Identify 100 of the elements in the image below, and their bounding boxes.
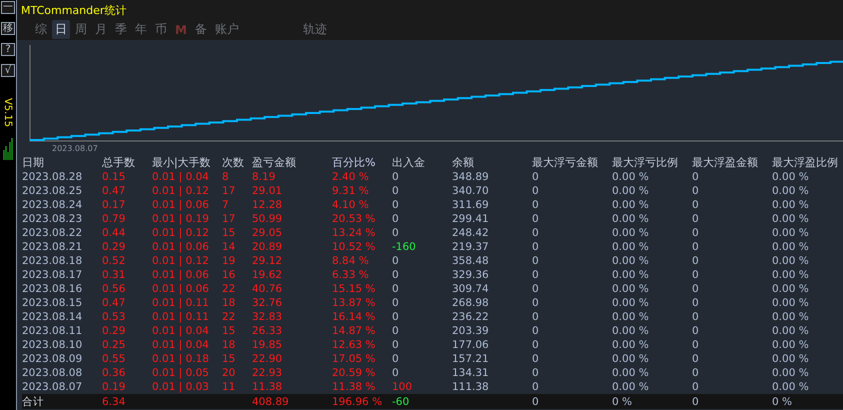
table-cell: 0: [692, 240, 699, 254]
tab[interactable]: M: [172, 22, 190, 38]
table-cell: 0.00 %: [612, 296, 649, 310]
tab[interactable]: 备: [192, 20, 210, 39]
table-cell: 0: [392, 184, 399, 198]
table-cell: 29.12: [252, 254, 282, 268]
table-cell: 0.31: [102, 268, 126, 282]
table-cell: 0: [532, 394, 539, 408]
table-cell: 2023.08.28: [22, 170, 82, 184]
table-cell: 0: [532, 338, 539, 352]
table-cell: 0: [392, 296, 399, 310]
column-header: 盈亏金额: [252, 156, 296, 170]
table-cell: -60: [392, 394, 410, 408]
side-button[interactable]: 一: [1, 1, 15, 14]
table-cell: 0.01 | 0.11: [152, 296, 209, 310]
table-cell: 17: [222, 212, 236, 226]
table-cell: 10.52 %: [332, 240, 376, 254]
tab[interactable]: 综: [32, 20, 50, 39]
table-cell: 20: [222, 366, 236, 380]
table-cell: 12.28: [252, 198, 282, 212]
tab[interactable]: 周: [72, 20, 90, 39]
table-cell: 0.29: [102, 324, 126, 338]
table-cell: 0.00 %: [772, 226, 809, 240]
table-cell: 2023.08.10: [22, 338, 82, 352]
table-cell: 0: [532, 184, 539, 198]
table-cell: 8: [222, 170, 229, 184]
table-cell: 0.00 %: [612, 310, 649, 324]
table-cell: 0: [532, 282, 539, 296]
table-cell: 0.00 %: [772, 352, 809, 366]
tab[interactable]: 季: [112, 20, 130, 39]
table-cell: 0: [532, 240, 539, 254]
table-cell: 29.01: [252, 184, 282, 198]
table-cell: 0.00 %: [612, 184, 649, 198]
table-cell: 134.31: [452, 366, 489, 380]
table-cell: 0.01 | 0.04: [152, 170, 209, 184]
table-cell: 2023.08.07: [22, 380, 82, 394]
tab[interactable]: 年: [132, 20, 150, 39]
table-cell: 0.01 | 0.06: [152, 268, 209, 282]
table-cell: 0.00 %: [772, 268, 809, 282]
table-cell: 0: [692, 352, 699, 366]
side-button[interactable]: √: [1, 64, 15, 77]
table-cell: 2023.08.09: [22, 352, 82, 366]
tab[interactable]: 月: [92, 20, 110, 39]
table-cell: 0.00 %: [772, 170, 809, 184]
table-cell: 0.00 %: [772, 310, 809, 324]
column-header: 最大浮盈比例: [772, 156, 838, 170]
table-cell: 20.89: [252, 240, 282, 254]
column-header: 最小|大手数: [152, 156, 211, 170]
table-cell: 0: [392, 366, 399, 380]
table-cell: 0: [532, 226, 539, 240]
table-cell: 32.83: [252, 310, 282, 324]
table-cell: 6.33 %: [332, 268, 369, 282]
column-header: 余额: [452, 156, 474, 170]
table-cell: 0.56: [102, 282, 126, 296]
table-cell: 0: [392, 254, 399, 268]
table-cell: 0.00 %: [612, 198, 649, 212]
table-cell: 0.00 %: [612, 282, 649, 296]
column-header: 总手数: [102, 156, 135, 170]
table-cell: 40.76: [252, 282, 282, 296]
table-cell: 8.19: [252, 170, 276, 184]
table-cell: 0.44: [102, 226, 126, 240]
table-cell: 2023.08.18: [22, 254, 82, 268]
table-cell: 0.01 | 0.12: [152, 254, 209, 268]
tab[interactable]: 轨迹: [300, 20, 330, 39]
table-cell: 0: [692, 170, 699, 184]
table-cell: 19.85: [252, 338, 282, 352]
table-cell: 0.47: [102, 184, 126, 198]
table-cell: 0.00 %: [612, 366, 649, 380]
table-cell: 0.00 %: [772, 366, 809, 380]
table-cell: 0: [692, 310, 699, 324]
table-cell: 15: [222, 324, 236, 338]
tab[interactable]: 账户: [212, 20, 242, 39]
table-cell: 0.00 %: [772, 240, 809, 254]
version-label: V5.15: [2, 98, 14, 128]
table-cell: 0.01 | 0.06: [152, 240, 209, 254]
table-cell: 0.25: [102, 338, 126, 352]
tab[interactable]: 币: [152, 20, 170, 39]
table-cell: 268.98: [452, 296, 489, 310]
table-cell: 2023.08.15: [22, 296, 82, 310]
table-cell: 0.00 %: [772, 380, 809, 394]
table-cell: 0.00 %: [772, 198, 809, 212]
table-cell: 0: [692, 184, 699, 198]
table-cell: 22: [222, 310, 236, 324]
table-cell: 0: [532, 310, 539, 324]
table-cell: 2023.08.23: [22, 212, 82, 226]
total-label: 合计: [22, 394, 44, 408]
table-cell: 177.06: [452, 338, 489, 352]
table-cell: 17: [222, 184, 236, 198]
side-button[interactable]: ?: [1, 43, 15, 56]
column-header: 最大浮亏金额: [532, 156, 598, 170]
table-cell: 0: [692, 212, 699, 226]
table-cell: 11: [222, 380, 236, 394]
table-cell: 311.69: [452, 198, 489, 212]
table-cell: 0: [532, 254, 539, 268]
table-cell: 11.38 %: [332, 380, 376, 394]
tab[interactable]: 日: [52, 20, 70, 39]
table-cell: 0: [392, 226, 399, 240]
table-cell: 0.01 | 0.06: [152, 198, 209, 212]
table-cell: 0.17: [102, 198, 126, 212]
side-button[interactable]: 移: [1, 22, 15, 35]
